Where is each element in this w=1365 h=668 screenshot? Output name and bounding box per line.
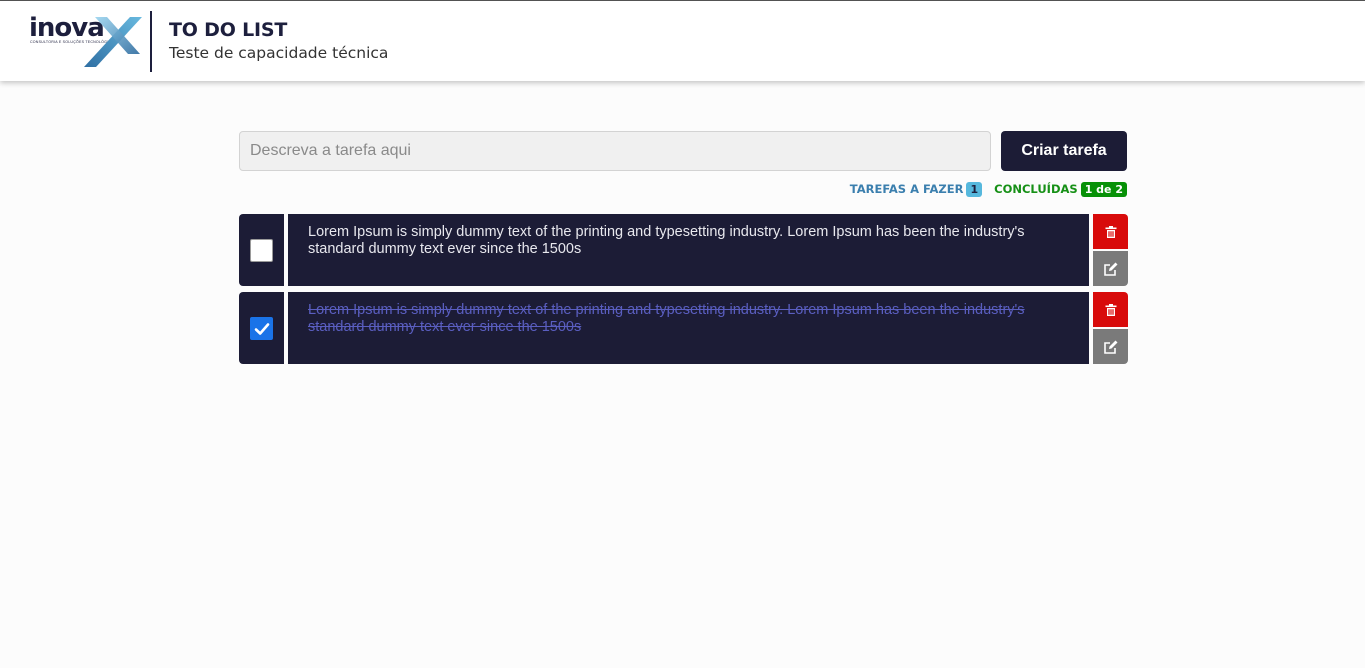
page-subtitle: Teste de capacidade técnica <box>169 44 389 62</box>
logo-x-mark <box>84 17 142 67</box>
inovax-logo: inova CONSULTORIA E SOLUÇÕES TECNOLÓGICA… <box>28 13 148 69</box>
task-text: Lorem Ipsum is simply dummy text of the … <box>288 292 1089 364</box>
done-count-badge: 1 de 2 <box>1080 181 1127 197</box>
header-divider <box>150 11 152 72</box>
task-complete-checkbox[interactable] <box>250 239 273 262</box>
edit-icon <box>1103 262 1117 276</box>
task-description-input[interactable] <box>239 131 991 171</box>
trash-icon <box>1105 225 1116 238</box>
page-title: TO DO LIST <box>169 19 288 41</box>
edit-task-button[interactable] <box>1093 329 1128 364</box>
task-checkbox-cell <box>239 292 284 364</box>
delete-task-button[interactable] <box>1093 214 1128 249</box>
task-text: Lorem Ipsum is simply dummy text of the … <box>288 214 1089 286</box>
todo-counter-label: TAREFAS A FAZER <box>849 182 964 196</box>
create-task-button[interactable]: Criar tarefa <box>1001 131 1127 171</box>
checkmark-icon <box>254 323 270 335</box>
task-item: Lorem Ipsum is simply dummy text of the … <box>239 214 1129 286</box>
delete-task-button[interactable] <box>1093 292 1128 327</box>
edit-task-button[interactable] <box>1093 251 1128 286</box>
task-counters: TAREFAS A FAZER 1 CONCLUÍDAS 1 de 2 <box>850 180 1127 198</box>
trash-icon <box>1105 303 1116 316</box>
todo-count-badge: 1 <box>966 181 983 197</box>
task-item: Lorem Ipsum is simply dummy text of the … <box>239 292 1129 364</box>
task-checkbox-cell <box>239 214 284 286</box>
edit-icon <box>1103 340 1117 354</box>
app-header: inova CONSULTORIA E SOLUÇÕES TECNOLÓGICA… <box>0 1 1365 81</box>
done-counter-label: CONCLUÍDAS <box>994 182 1078 196</box>
task-complete-checkbox[interactable] <box>250 317 273 340</box>
